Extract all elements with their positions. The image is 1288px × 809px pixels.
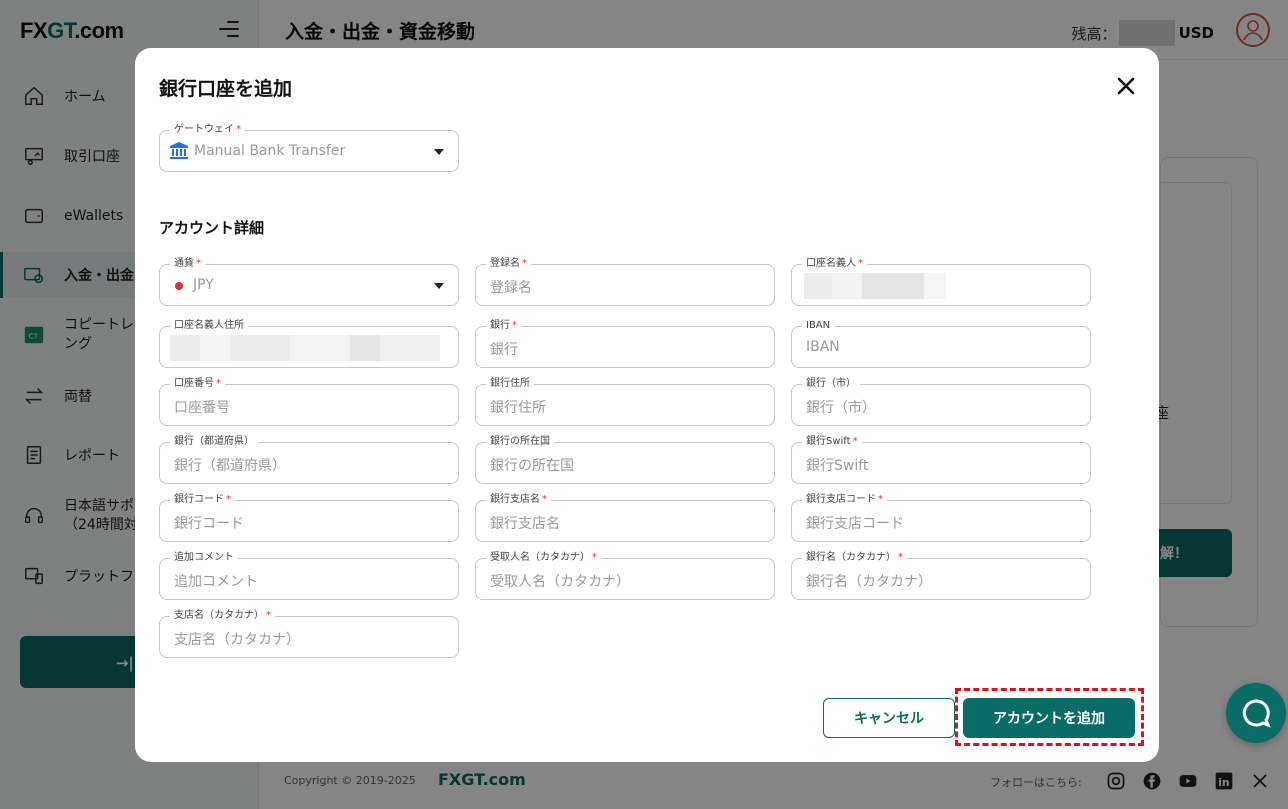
bank-country-input[interactable]: 銀行の所在国 銀行の所在国	[475, 435, 775, 484]
field-placeholder: 受取人名（カタカナ）	[490, 574, 630, 590]
field-label: 銀行（市）	[806, 378, 856, 389]
chat-button[interactable]	[1226, 683, 1286, 743]
account-holder-input[interactable]: 口座名義人 *	[791, 257, 1091, 306]
branch-code-input[interactable]: 銀行支店コード * 銀行支店コード	[791, 493, 1091, 542]
field-placeholder: IBAN	[806, 339, 840, 355]
field-placeholder: 銀行支店名	[490, 516, 560, 532]
field-label: 登録名	[490, 258, 520, 269]
bank-city-input[interactable]: 銀行（市） 銀行（市）	[791, 377, 1091, 426]
cancel-button[interactable]: キャンセル	[823, 698, 955, 738]
field-label: 口座番号	[174, 378, 214, 389]
bank-prefecture-input[interactable]: 銀行（都道府県） 銀行（都道府県）	[159, 435, 459, 484]
bank-input[interactable]: 銀行 * 銀行	[475, 319, 775, 368]
redacted-block	[290, 335, 350, 361]
field-label: 銀行住所	[490, 378, 530, 389]
field-placeholder: 銀行コード	[174, 516, 244, 532]
account-holder-address-input[interactable]: 口座名義人住所	[159, 319, 459, 368]
field-placeholder: 追加コメント	[174, 574, 258, 590]
chevron-down-icon	[434, 283, 444, 289]
field-label: 口座名義人	[806, 258, 856, 269]
field-label: IBAN	[806, 320, 831, 331]
redacted-block	[350, 335, 380, 361]
bank-swift-input[interactable]: 銀行Swift * 銀行Swift	[791, 435, 1091, 484]
additional-comment-input[interactable]: 追加コメント 追加コメント	[159, 551, 459, 600]
field-label: 銀行名（カタカナ）	[806, 552, 896, 563]
field-placeholder: 銀行	[490, 342, 518, 358]
bank-code-input[interactable]: 銀行コード * 銀行コード	[159, 493, 459, 542]
iban-input[interactable]: IBAN IBAN	[791, 319, 1091, 368]
field-label: 通貨	[174, 258, 194, 269]
field-label: 銀行（都道府県）	[174, 436, 254, 447]
section-title: アカウント詳細	[159, 219, 265, 237]
recipient-name-kana-input[interactable]: 受取人名（カタカナ） * 受取人名（カタカナ）	[475, 551, 775, 600]
japan-flag-icon	[175, 282, 183, 290]
field-label: 銀行支店名	[490, 494, 540, 505]
field-label: 口座名義人住所	[174, 320, 244, 331]
redacted-block	[230, 335, 290, 361]
branch-name-kana-input[interactable]: 支店名（カタカナ） * 支店名（カタカナ）	[159, 609, 459, 658]
add-bank-account-modal: 銀行口座を追加 ゲートウェイ * Manual Bank Transfer アカウ…	[135, 48, 1159, 762]
registration-name-input[interactable]: 登録名 * 登録名	[475, 257, 775, 306]
field-placeholder: 銀行名（カタカナ）	[806, 574, 932, 590]
redacted-block	[804, 273, 832, 299]
field-label: 銀行支店コード	[806, 494, 876, 505]
bank-address-input[interactable]: 銀行住所 銀行住所	[475, 377, 775, 426]
redacted-block	[200, 335, 230, 361]
currency-value: JPY	[193, 277, 214, 293]
gateway-value: Manual Bank Transfer	[194, 143, 346, 159]
redacted-block	[170, 335, 200, 361]
add-account-button[interactable]: アカウントを追加	[963, 698, 1135, 738]
bank-icon	[169, 141, 189, 161]
gateway-label: ゲートウェイ	[174, 124, 234, 135]
redacted-block	[862, 273, 924, 299]
modal-title: 銀行口座を追加	[159, 78, 293, 100]
field-placeholder: 銀行住所	[490, 400, 546, 416]
field-placeholder: 銀行Swift	[806, 458, 869, 474]
field-placeholder: 銀行支店コード	[806, 516, 904, 532]
field-placeholder: 銀行（市）	[806, 400, 876, 416]
field-placeholder: 支店名（カタカナ）	[174, 632, 300, 648]
chevron-down-icon	[434, 149, 444, 155]
redacted-block	[832, 273, 862, 299]
close-icon[interactable]	[1115, 75, 1137, 97]
field-placeholder: 銀行の所在国	[490, 458, 574, 474]
field-label: 受取人名（カタカナ）	[490, 552, 590, 563]
field-placeholder: 銀行（都道府県）	[174, 458, 286, 474]
account-number-input[interactable]: 口座番号 * 口座番号	[159, 377, 459, 426]
redacted-block	[924, 273, 946, 299]
gateway-select[interactable]: ゲートウェイ * Manual Bank Transfer	[159, 123, 459, 172]
field-label: 追加コメント	[174, 552, 234, 563]
currency-select[interactable]: 通貨 * JPY	[159, 257, 459, 306]
branch-name-input[interactable]: 銀行支店名 * 銀行支店名	[475, 493, 775, 542]
field-label: 銀行Swift	[806, 436, 851, 447]
field-label: 銀行の所在国	[490, 436, 550, 447]
bank-name-kana-input[interactable]: 銀行名（カタカナ） * 銀行名（カタカナ）	[791, 551, 1091, 600]
field-label: 銀行	[490, 320, 510, 331]
field-placeholder: 口座番号	[174, 400, 230, 416]
field-label: 銀行コード	[174, 494, 224, 505]
redacted-block	[380, 335, 440, 361]
field-placeholder: 登録名	[490, 280, 532, 296]
field-label: 支店名（カタカナ）	[174, 610, 264, 621]
